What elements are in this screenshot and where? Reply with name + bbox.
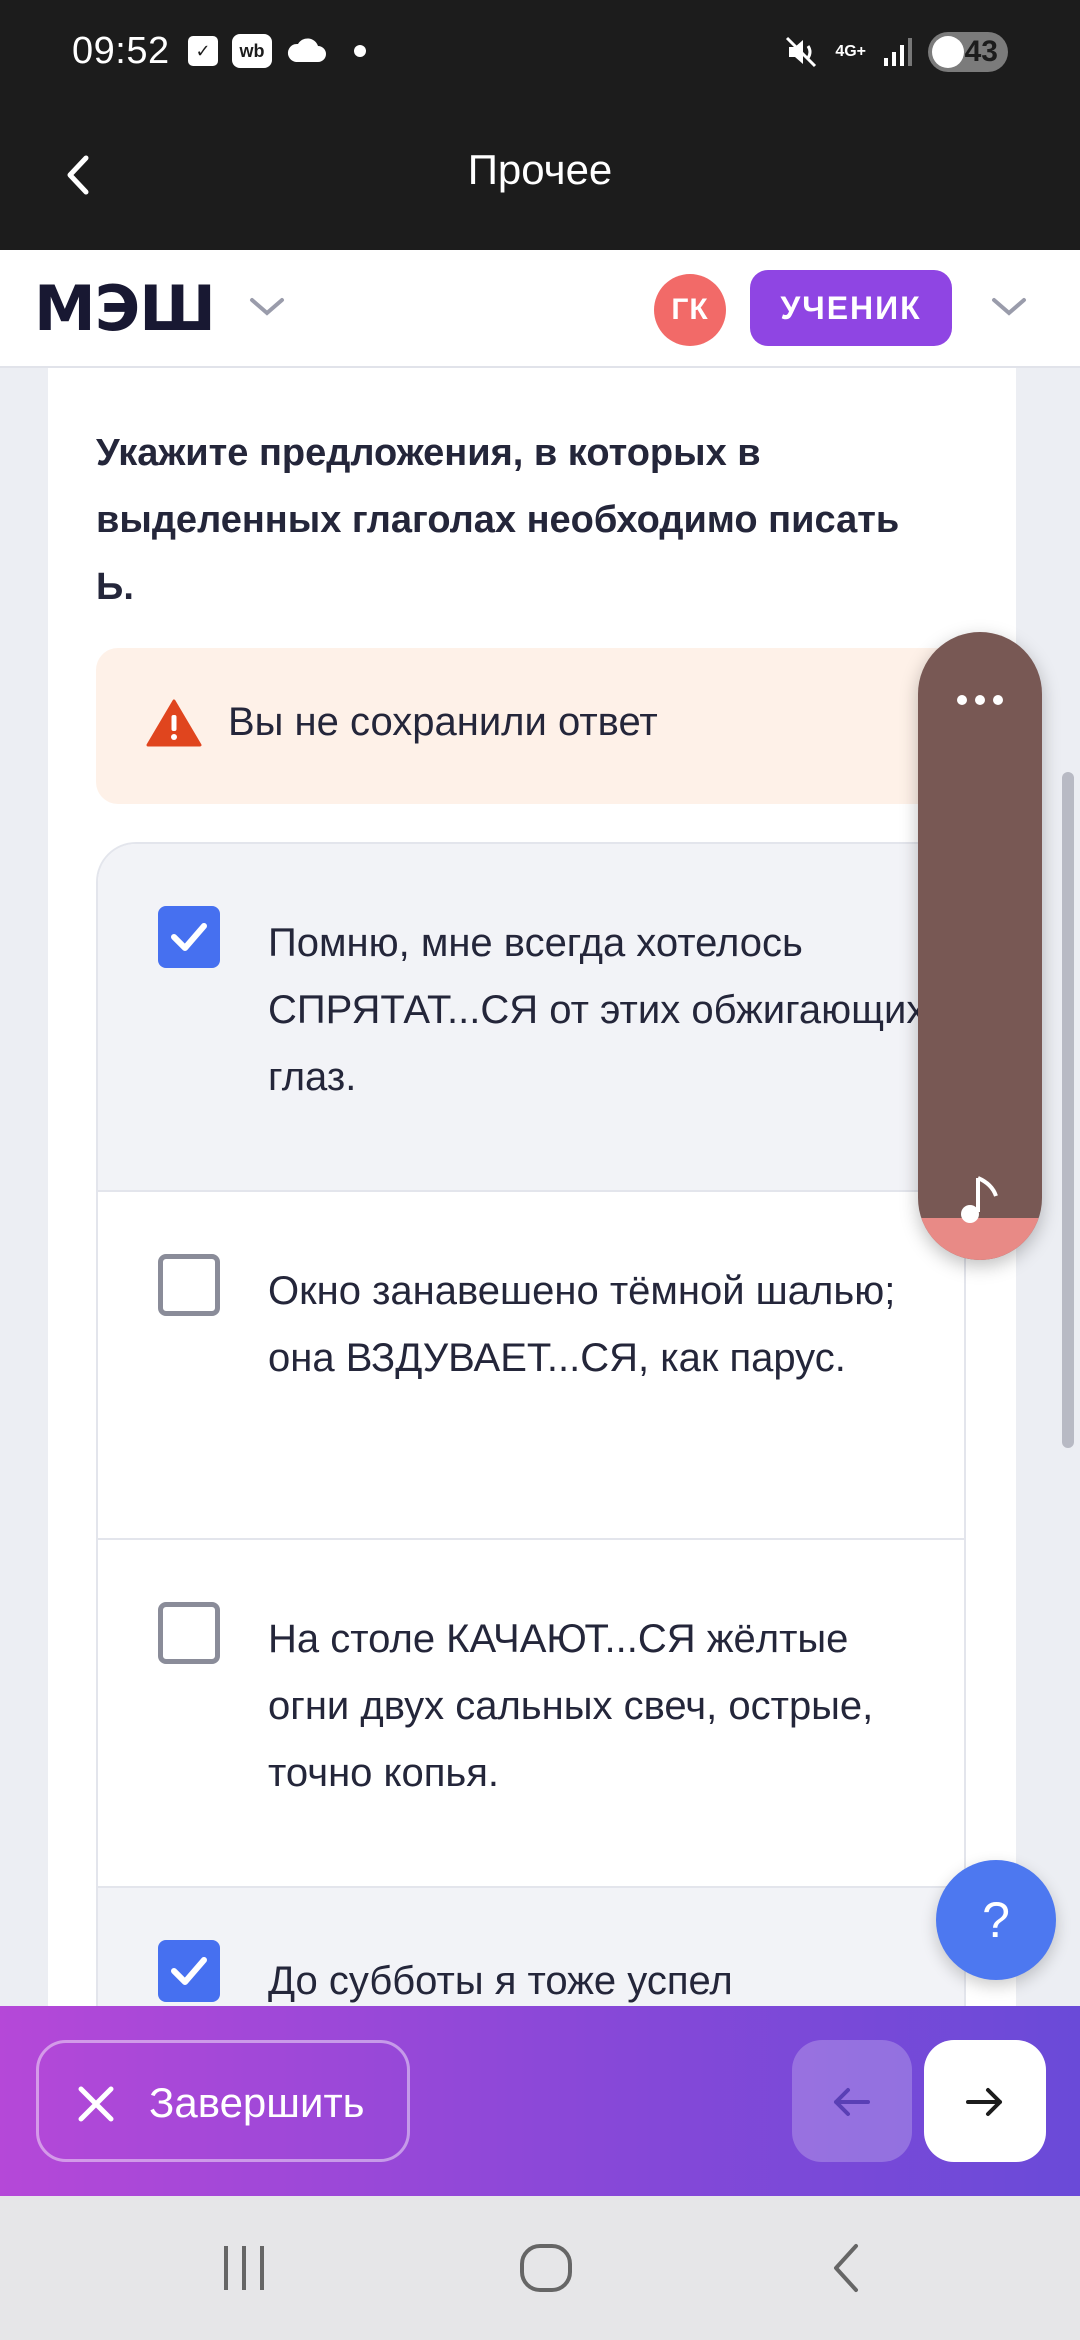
action-bar: Завершить (0, 2006, 1080, 2196)
next-button[interactable] (924, 2040, 1046, 2162)
answer-option[interactable]: До субботы я тоже успел (98, 1888, 964, 2012)
answer-option[interactable]: На столе КАЧАЮТ...СЯ жёлтые огни двух са… (98, 1540, 964, 1888)
more-icon[interactable] (954, 692, 1006, 708)
battery-level: 43 (964, 35, 998, 68)
finish-button[interactable]: Завершить (36, 2040, 410, 2162)
recent-apps-button[interactable] (212, 2236, 276, 2300)
status-time: 09:52 (72, 30, 170, 72)
answer-options: Помню, мне всегда хотелось СПРЯТАТ...СЯ … (96, 842, 966, 2012)
system-nav-bar (0, 2196, 1080, 2340)
status-notifications: ✓ wb (188, 34, 366, 68)
network-type: 4G+ (835, 43, 866, 60)
wb-notification-icon: wb (232, 34, 272, 68)
close-icon (78, 2086, 114, 2122)
answer-option[interactable]: Окно занавешено тёмной шалью; она ВЗДУВА… (98, 1192, 964, 1540)
checkbox[interactable] (158, 1254, 220, 1316)
checkbox[interactable] (158, 1602, 220, 1664)
mesh-logo[interactable]: МЭШ (34, 272, 216, 345)
services-dropdown-button[interactable] (244, 286, 290, 326)
option-text: На столе КАЧАЮТ...СЯ жёлтые огни двух са… (268, 1617, 874, 1795)
back-icon (834, 2244, 858, 2292)
app-bar: Прочее (0, 110, 1080, 250)
home-icon (520, 2244, 572, 2292)
answer-option[interactable]: Помню, мне всегда хотелось СПРЯТАТ...СЯ … (98, 844, 964, 1192)
profile-dropdown-button[interactable] (986, 286, 1032, 326)
battery-indicator: 43 (928, 32, 1008, 72)
warning-icon (146, 699, 202, 747)
status-bar: 09:52 ✓ wb 4G+ 43 (0, 0, 1080, 110)
finish-label: Завершить (149, 2079, 365, 2126)
unsaved-warning: Вы не сохранили ответ (96, 648, 976, 804)
help-button[interactable]: ? (936, 1860, 1056, 1980)
option-text: Окно занавешено тёмной шалью; она ВЗДУВА… (268, 1269, 896, 1380)
arrow-right-icon (966, 2088, 1002, 2116)
floating-audio-widget[interactable] (918, 632, 1042, 1260)
music-note-icon[interactable] (956, 1172, 1006, 1228)
previous-button[interactable] (792, 2040, 912, 2162)
check-icon (171, 923, 207, 951)
scrollbar[interactable] (1062, 772, 1074, 1448)
cloud-icon (287, 38, 326, 62)
home-button[interactable] (514, 2236, 578, 2300)
page-title: Прочее (467, 146, 613, 193)
status-system-icons: 4G+ 43 (783, 32, 1008, 72)
checkbox-notification-icon: ✓ (188, 36, 218, 66)
battery-saver-icon (932, 36, 964, 68)
checkbox[interactable] (158, 906, 220, 968)
signal-icon (884, 38, 912, 66)
check-icon (171, 1957, 207, 1985)
chevron-down-icon (250, 298, 284, 316)
chevron-down-icon (992, 298, 1026, 316)
arrow-left-icon (834, 2088, 870, 2116)
system-back-button[interactable] (816, 2236, 880, 2300)
checkbox[interactable] (158, 1940, 220, 2002)
notification-dot-icon (354, 45, 366, 57)
option-text: До субботы я тоже успел (268, 1959, 733, 2003)
avatar[interactable]: ГК (654, 274, 726, 346)
recent-apps-icon (224, 2246, 264, 2290)
mute-icon (786, 36, 817, 68)
option-text: Помню, мне всегда хотелось СПРЯТАТ...СЯ … (268, 921, 927, 1099)
role-badge[interactable]: УЧЕНИК (750, 270, 952, 346)
question-text: Укажите предложения, в которых в выделен… (96, 432, 900, 608)
warning-text: Вы не сохранили ответ (228, 700, 658, 744)
site-header: МЭШ ГК УЧЕНИК (0, 250, 1080, 368)
